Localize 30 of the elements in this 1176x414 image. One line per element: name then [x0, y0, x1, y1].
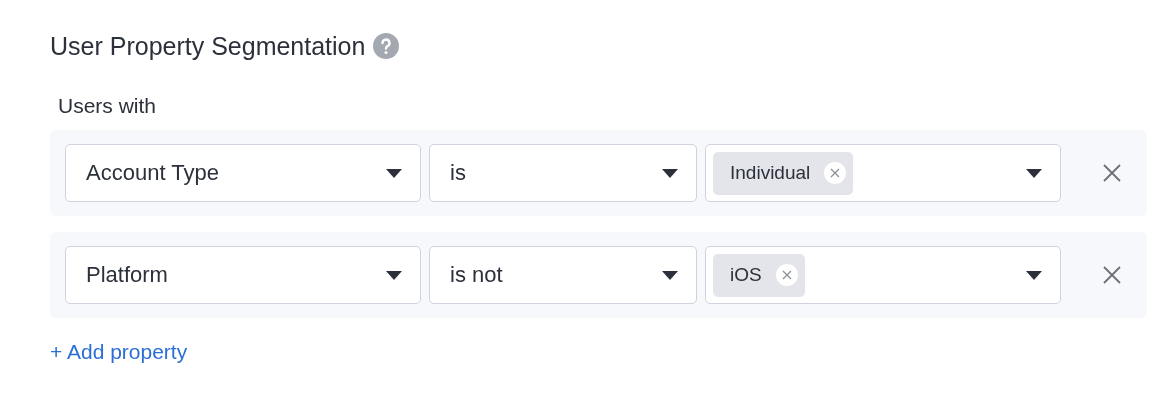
value-tag: Individual [713, 151, 854, 195]
remove-tag-button[interactable] [824, 162, 847, 184]
value-multiselect[interactable]: iOS [705, 246, 1061, 304]
caret-icon [1026, 168, 1042, 178]
add-property-link[interactable]: + Add property [50, 340, 188, 364]
dropdown-value: Platform [86, 262, 168, 288]
caret-icon [386, 270, 402, 280]
section-title: User Property Segmentation [50, 31, 366, 61]
dropdown-value: is [450, 160, 466, 186]
users-with-label: Users with [58, 94, 158, 119]
operator-dropdown[interactable]: is not [429, 246, 697, 304]
remove-filter-button[interactable] [1103, 266, 1121, 284]
operator-dropdown[interactable]: is [429, 144, 697, 202]
property-dropdown[interactable]: Account Type [65, 144, 421, 202]
help-icon[interactable] [373, 33, 400, 59]
caret-icon [386, 168, 402, 178]
caret-icon [1026, 270, 1042, 280]
remove-filter-button[interactable] [1103, 164, 1121, 182]
value-tag: iOS [713, 253, 805, 297]
dropdown-value: Account Type [86, 160, 219, 186]
dropdown-value: is not [450, 262, 503, 288]
close-icon [830, 168, 841, 178]
close-icon [1103, 164, 1121, 182]
caret-icon [662, 168, 678, 178]
close-icon [781, 270, 792, 280]
caret-icon [662, 270, 678, 280]
property-dropdown[interactable]: Platform [65, 246, 421, 304]
remove-tag-button[interactable] [775, 264, 798, 286]
value-multiselect[interactable]: Individual [705, 144, 1061, 202]
close-icon [1103, 266, 1121, 284]
